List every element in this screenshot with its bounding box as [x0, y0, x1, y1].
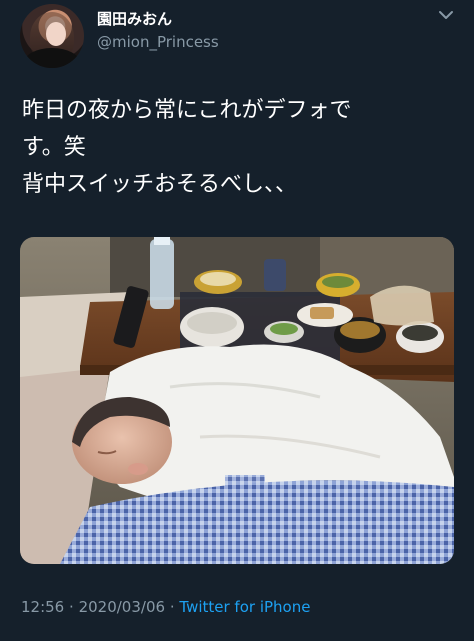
avatar[interactable]: [20, 4, 84, 68]
tweet-photo[interactable]: [20, 237, 454, 564]
display-name[interactable]: 園田みおん: [97, 8, 172, 29]
tweet-text: 昨日の夜から常にこれがデフォで す。笑 背中スイッチおそるべし、、: [22, 92, 462, 203]
user-handle[interactable]: @mion_Princess: [97, 33, 219, 51]
more-chevron-icon[interactable]: [436, 10, 456, 24]
tweet-date: 2020/03/06: [78, 598, 166, 616]
tweet-text-line: 昨日の夜から常にこれがデフォで: [22, 98, 352, 123]
tweet-meta: 12:56 · 2020/03/06 · Twitter for iPhone: [21, 598, 310, 616]
tweet-text-line: 背中スイッチおそるべし、、: [22, 172, 298, 197]
tweet-detail: 園田みおん @mion_Princess 昨日の夜から常にこれがデフォで す。笑…: [0, 0, 474, 641]
tweet-source-link[interactable]: Twitter for iPhone: [179, 598, 310, 616]
tweet-time: 12:56: [21, 598, 65, 616]
meta-separator: ·: [69, 598, 74, 616]
tweet-text-line: す。笑: [22, 135, 86, 160]
meta-separator: ·: [169, 598, 175, 616]
avatar-face: [46, 22, 66, 46]
